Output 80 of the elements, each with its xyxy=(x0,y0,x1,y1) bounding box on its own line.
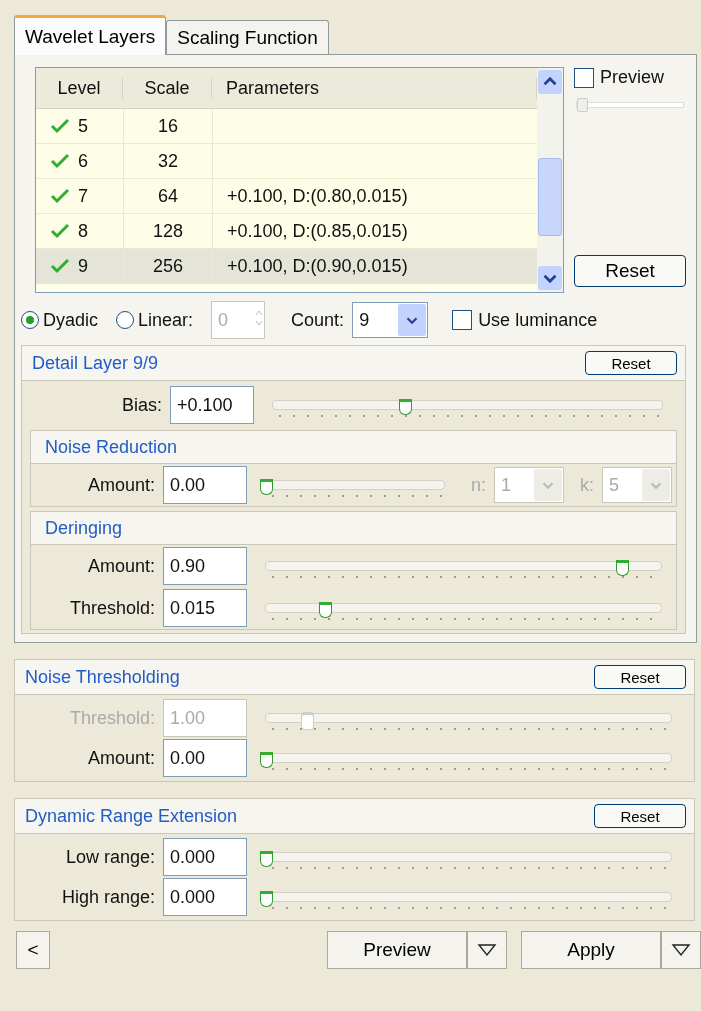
reset-button[interactable]: Reset xyxy=(585,351,677,375)
scrollbar[interactable] xyxy=(537,68,563,292)
reset-button[interactable]: Reset xyxy=(594,665,686,689)
check-icon[interactable] xyxy=(50,188,70,204)
section-title: Noise Reduction xyxy=(45,436,178,458)
apply-button[interactable]: Apply xyxy=(521,931,661,969)
table-cell: +0.100, D:(0.85,0.015) xyxy=(227,220,408,242)
input-field[interactable]: 0.90 xyxy=(163,547,247,585)
field-label: Amount: xyxy=(86,474,155,496)
field-label: Bias: xyxy=(120,394,162,416)
dropdown-button[interactable] xyxy=(661,931,701,969)
table-row[interactable]: 5 16 xyxy=(36,109,537,144)
table-cell: 5 xyxy=(78,115,88,137)
slider-thumb[interactable] xyxy=(260,851,273,867)
back-button[interactable]: < xyxy=(16,931,50,969)
preview-button[interactable]: Preview xyxy=(327,931,467,969)
field-label: High range: xyxy=(60,886,155,908)
radio-label[interactable]: Dyadic xyxy=(43,309,99,331)
checkbox-label[interactable]: Preview xyxy=(600,67,665,88)
table-row[interactable]: 9 256 +0.100, D:(0.90,0.015) xyxy=(36,249,537,284)
table-cell: 9 xyxy=(78,255,88,277)
input-field[interactable]: 0.015 xyxy=(163,589,247,627)
input-field[interactable]: 0.000 xyxy=(163,878,247,916)
section-title: Deringing xyxy=(45,517,123,539)
column-header[interactable]: Scale xyxy=(123,77,212,99)
check-icon[interactable] xyxy=(50,258,70,274)
field-label: Threshold: xyxy=(68,707,155,729)
slider-thumb[interactable] xyxy=(319,602,333,618)
table-cell: 256 xyxy=(152,255,183,277)
radio-button[interactable] xyxy=(116,311,135,329)
input-field[interactable]: 0.00 xyxy=(163,466,247,504)
radio-button[interactable] xyxy=(21,311,39,329)
check-icon[interactable] xyxy=(50,118,70,134)
field-label: n: xyxy=(470,474,486,496)
slider-thumb[interactable] xyxy=(260,891,273,907)
table-cell: 6 xyxy=(78,150,88,172)
table-cell: 64 xyxy=(158,185,178,207)
scroll-up-icon[interactable] xyxy=(538,70,562,94)
panel-title: Detail Layer 9/9 xyxy=(32,352,159,374)
table-cell: 7 xyxy=(78,185,88,207)
count-label: Count: xyxy=(291,309,345,331)
table-cell: +0.100, D:(0.80,0.015) xyxy=(227,185,408,207)
input-field[interactable]: 0.000 xyxy=(163,838,247,876)
table-cell: 16 xyxy=(158,115,178,137)
field-label: k: xyxy=(580,474,594,496)
count-dropdown[interactable]: 9 xyxy=(352,302,429,338)
field-label: Amount: xyxy=(86,555,155,577)
table-row[interactable]: 7 64 +0.100, D:(0.80,0.015) xyxy=(36,179,537,214)
check-icon[interactable] xyxy=(50,153,70,169)
tab[interactable]: Wavelet Layers xyxy=(14,15,167,55)
slider-thumb[interactable] xyxy=(399,399,413,415)
table-cell: +0.100, D:(0.90,0.015) xyxy=(227,255,408,277)
panel-title: Noise Thresholding xyxy=(25,666,180,688)
input-field[interactable]: 0.00 xyxy=(163,739,247,777)
table-cell: 8 xyxy=(78,220,88,242)
field-label: Low range: xyxy=(64,846,155,868)
checkbox[interactable] xyxy=(452,310,473,330)
preview-checkbox[interactable] xyxy=(574,67,594,88)
radio-label[interactable]: Linear: xyxy=(138,309,194,331)
table-cell: 32 xyxy=(158,150,178,172)
slider-thumb[interactable] xyxy=(260,479,273,495)
dropdown-button[interactable] xyxy=(467,931,507,969)
panel-title: Dynamic Range Extension xyxy=(25,805,238,827)
checkbox-label[interactable]: Use luminance xyxy=(478,309,598,331)
scroll-down-icon[interactable] xyxy=(538,266,562,290)
reset-button[interactable]: Reset xyxy=(574,255,686,287)
triangle-down-icon xyxy=(670,943,692,957)
reset-button[interactable]: Reset xyxy=(594,804,686,828)
field-label: Threshold: xyxy=(68,597,155,619)
field-label: Amount: xyxy=(86,747,155,769)
column-header[interactable]: Level xyxy=(36,77,123,99)
table-row[interactable]: 6 32 xyxy=(36,144,537,179)
table-cell: 128 xyxy=(152,220,183,242)
slider-thumb[interactable] xyxy=(615,560,629,576)
slider-thumb[interactable] xyxy=(577,98,588,112)
tab[interactable]: Scaling Function xyxy=(166,20,329,54)
check-icon[interactable] xyxy=(50,223,70,239)
slider-thumb[interactable] xyxy=(260,752,273,768)
input-field[interactable]: +0.100 xyxy=(170,386,254,424)
triangle-down-icon xyxy=(476,943,498,957)
